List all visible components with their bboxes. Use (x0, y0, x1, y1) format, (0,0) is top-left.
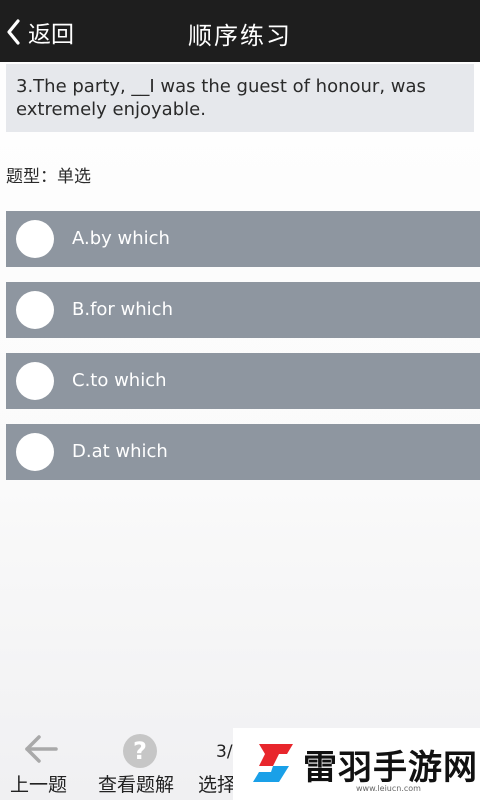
option-label: A.by which (72, 228, 170, 249)
radio-icon (16, 220, 54, 258)
option-d[interactable]: D.at which (6, 424, 480, 480)
question-text: 3.The party, __I was the guest of honour… (6, 64, 474, 132)
choose-question-label: 选择 (198, 774, 237, 796)
option-label: B.for which (72, 299, 173, 320)
option-label: D.at which (72, 441, 168, 462)
view-explanation-button[interactable]: ? 查看题解 (96, 728, 192, 800)
option-c[interactable]: C.to which (6, 353, 480, 409)
watermark-logo-icon (249, 740, 297, 788)
page-title: 顺序练习 (188, 22, 292, 50)
top-bar: 返回 顺序练习 (0, 0, 480, 62)
option-label: C.to which (72, 370, 167, 391)
choose-question-button[interactable]: 3/ 选择 (196, 728, 236, 800)
watermark: 雷羽手游网 www.leiucn.com (233, 728, 480, 800)
arrow-left-icon (24, 734, 58, 768)
prev-question-button[interactable]: 上一题 (0, 728, 86, 800)
progress-indicator: 3/ (216, 742, 233, 762)
prev-question-label: 上一题 (10, 774, 68, 796)
question-type: 题型：单选 (6, 167, 91, 187)
question-mark-icon: ? (123, 734, 157, 768)
radio-icon (16, 433, 54, 471)
radio-icon (16, 291, 54, 329)
watermark-url: www.leiucn.com (356, 784, 421, 793)
option-b[interactable]: B.for which (6, 282, 480, 338)
watermark-text: 雷羽手游网 (303, 747, 478, 788)
radio-icon (16, 362, 54, 400)
option-a[interactable]: A.by which (6, 211, 480, 267)
view-explanation-label: 查看题解 (98, 774, 175, 796)
